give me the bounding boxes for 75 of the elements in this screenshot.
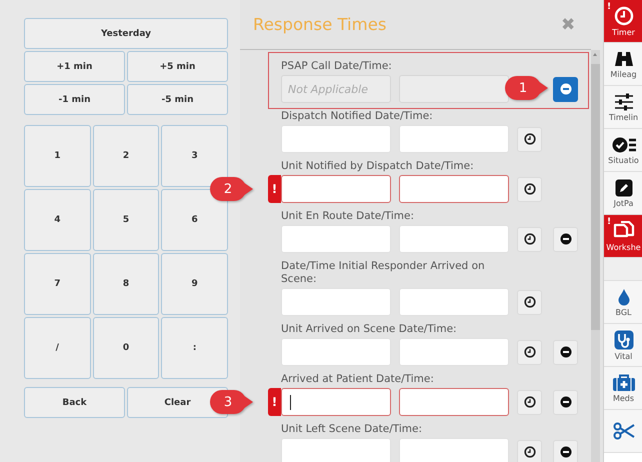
scissors-icon bbox=[612, 422, 634, 440]
error-badge: ! bbox=[268, 175, 281, 203]
minus-circle-icon bbox=[560, 396, 572, 408]
sidebar-item[interactable]: Situatio bbox=[604, 129, 642, 172]
clock-button[interactable] bbox=[517, 390, 542, 414]
keypad-button[interactable]: -1 min bbox=[24, 84, 125, 115]
keypad-button[interactable]: 4 bbox=[24, 189, 91, 251]
field-label: Dispatch Notified Date/Time: bbox=[281, 110, 433, 123]
field-label: Unit Left Scene Date/Time: bbox=[281, 423, 422, 436]
keypad-button[interactable]: / bbox=[24, 317, 91, 379]
minus-circle-icon bbox=[560, 446, 572, 458]
keypad-button[interactable]: : bbox=[161, 317, 228, 379]
clock-button[interactable] bbox=[517, 340, 542, 364]
sidebar-item[interactable]: ! Timer bbox=[604, 0, 642, 43]
callout-tooltip: 1 bbox=[505, 76, 548, 100]
clock-button[interactable] bbox=[517, 226, 542, 252]
sidebar-item[interactable]: ! Workshe bbox=[604, 215, 642, 258]
scrollbar[interactable] bbox=[591, 50, 600, 462]
medkit-icon bbox=[612, 374, 636, 392]
clock-button[interactable] bbox=[517, 440, 542, 462]
clock-icon bbox=[524, 233, 536, 245]
time-field[interactable] bbox=[399, 175, 509, 203]
sidebar-item[interactable]: Meds bbox=[604, 367, 642, 410]
keypad-button[interactable]: 2 bbox=[92, 125, 160, 187]
field-label: Unit Arrived on Scene Date/Time: bbox=[281, 323, 457, 336]
minus-circle-icon bbox=[560, 83, 572, 95]
sidebar-item[interactable]: Timelin bbox=[604, 86, 642, 129]
clock-button[interactable] bbox=[517, 176, 542, 202]
dialog-title: Response Times bbox=[253, 15, 386, 34]
clock-icon bbox=[524, 133, 536, 145]
date-field[interactable] bbox=[281, 175, 391, 203]
callout-tooltip: 3 bbox=[210, 390, 253, 414]
drop-icon bbox=[616, 288, 630, 306]
keypad-button[interactable]: 1 bbox=[24, 125, 91, 187]
field-label: PSAP Call Date/Time: bbox=[281, 60, 392, 73]
keypad-button[interactable]: +1 min bbox=[24, 51, 125, 82]
clock-icon bbox=[524, 183, 536, 195]
clock-button[interactable] bbox=[517, 290, 542, 314]
date-field[interactable] bbox=[281, 388, 391, 416]
sidebar-item[interactable] bbox=[604, 410, 642, 453]
clock-icon bbox=[524, 446, 536, 458]
sidebar-item[interactable]: JotPa bbox=[604, 172, 642, 215]
keypad-button[interactable]: 7 bbox=[24, 253, 91, 315]
checklist-icon bbox=[612, 136, 636, 154]
sidebar-item[interactable]: BGL bbox=[604, 281, 642, 324]
binoculars-icon bbox=[612, 50, 634, 68]
keypad-button[interactable]: 5 bbox=[92, 189, 160, 251]
clock-icon bbox=[614, 6, 634, 26]
field-label: Unit En Route Date/Time: bbox=[281, 210, 414, 223]
minus-circle-icon bbox=[560, 233, 572, 245]
clock-icon bbox=[524, 296, 536, 308]
keypad-button[interactable]: -5 min bbox=[127, 84, 228, 115]
keypad-button[interactable]: Back bbox=[24, 387, 125, 418]
field-label: Date/Time Initial Responder Arrived on Scene: bbox=[281, 260, 486, 286]
sliders-icon bbox=[614, 92, 634, 110]
keypad-button[interactable]: 9 bbox=[161, 253, 228, 315]
clock-icon bbox=[524, 346, 536, 358]
clock-button[interactable] bbox=[517, 126, 542, 152]
keypad-button[interactable]: 8 bbox=[92, 253, 160, 315]
alert-mark: ! bbox=[607, 2, 612, 12]
callout-tooltip: 2 bbox=[210, 177, 253, 201]
minus-circle-icon bbox=[560, 346, 572, 358]
sidebar-item[interactable]: Mileag bbox=[604, 43, 642, 86]
field-label: Arrived at Patient Date/Time: bbox=[281, 373, 434, 386]
keypad-button[interactable]: Yesterday bbox=[24, 18, 228, 49]
pencil-icon bbox=[614, 178, 632, 196]
error-badge: ! bbox=[268, 388, 281, 416]
stethoscope-icon bbox=[614, 330, 634, 350]
field-label: Unit Notified by Dispatch Date/Time: bbox=[281, 160, 474, 173]
sidebar-item[interactable]: Vital bbox=[604, 324, 642, 367]
keypad-button[interactable]: +5 min bbox=[127, 51, 228, 82]
time-field[interactable] bbox=[399, 388, 509, 416]
alert-mark: ! bbox=[607, 217, 612, 227]
clock-icon bbox=[524, 396, 536, 408]
keypad-button[interactable]: 0 bbox=[92, 317, 160, 379]
